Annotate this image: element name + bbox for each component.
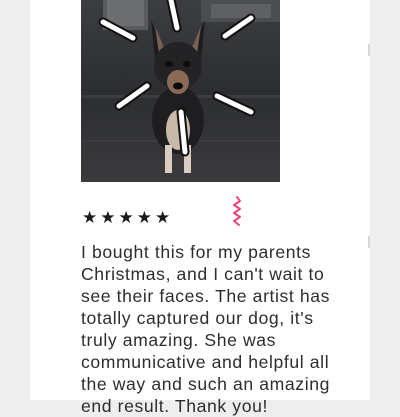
star-icon: ★ [100, 207, 116, 227]
star-icon: ★ [155, 207, 171, 227]
scrollbar-marker [368, 236, 370, 248]
scrollbar-marker [368, 44, 370, 56]
star-icon: ★ [82, 207, 98, 227]
star-icon: ★ [136, 207, 152, 227]
review-card: ★ ★ ★ ★ ★ I bought this for my parents Chris… [30, 0, 370, 416]
review-text: I bought this for my parents Christmas, … [81, 242, 331, 416]
star-icon: ★ [118, 207, 134, 227]
dog-photo [81, 0, 280, 182]
star-rating: ★ ★ ★ ★ ★ [82, 206, 170, 228]
review-photo[interactable] [81, 0, 280, 182]
squiggle-icon [233, 196, 241, 226]
